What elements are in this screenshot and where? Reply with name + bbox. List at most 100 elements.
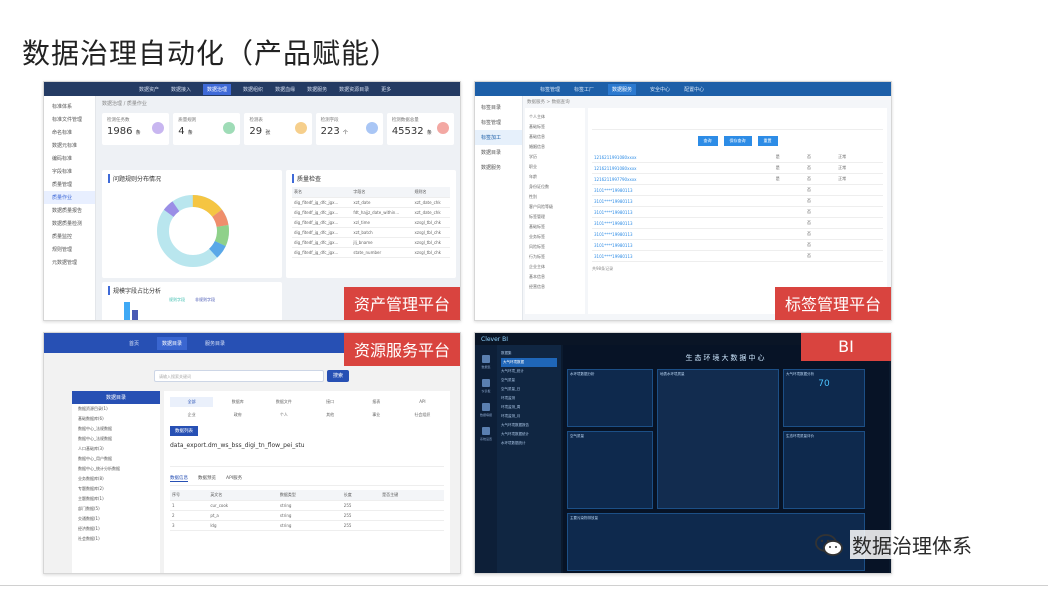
catalog-item[interactable]: 部门数据(5) [72, 504, 160, 514]
tag-sidebar-item[interactable]: 数据服务 [475, 160, 522, 175]
catalog-item[interactable]: 数据中心_用户数据 [72, 454, 160, 464]
table-row[interactable]: dig_fitedf_jg_dfc_jgx... fdt_hajjz_date_w… [292, 207, 450, 218]
asset-nav-item[interactable]: 数据资产 [139, 86, 159, 93]
tag-nav-item[interactable]: 配置中心 [684, 86, 704, 93]
table-row[interactable]: 2 pt_a string 255 [170, 510, 444, 521]
tag-sidebar-item[interactable]: 标签管理 [475, 115, 522, 130]
tag-nav-item[interactable]: 标签管理 [540, 86, 560, 93]
dataset-name[interactable]: data_export.dm_ws_bss_digi_tn_flow_pei_s… [170, 442, 444, 449]
tree-node[interactable]: 性别 [529, 192, 581, 202]
tree-node[interactable]: 业务标签 [529, 232, 581, 242]
filter-chip[interactable]: API [401, 397, 444, 407]
tree-node[interactable]: 个人主体 [529, 112, 581, 122]
id-link[interactable]: 1216211991080xxxx [592, 162, 774, 174]
filter-chip[interactable]: 数据文件 [262, 397, 305, 407]
id-link[interactable]: 3101****19980113 [592, 195, 774, 207]
asset-sidebar-item[interactable]: 元数据管理 [44, 256, 95, 269]
tree-node[interactable]: 基础标签 [529, 222, 581, 232]
filter-chip[interactable]: 其他 [309, 410, 352, 420]
tree-node[interactable]: 年龄 [529, 172, 581, 182]
table-row[interactable]: 3101****19980113 否 [592, 184, 883, 196]
dashboard-tile[interactable]: 空气质量 [567, 431, 653, 509]
asset-nav-item[interactable]: 数据血缘 [275, 86, 295, 93]
tab-api-service[interactable]: API服务 [226, 475, 242, 482]
table-row[interactable]: 3101****19980113 否 [592, 217, 883, 229]
tag-sidebar-item[interactable]: 标签目录 [475, 100, 522, 115]
table-row[interactable]: 1216211991080xxxx 是否正常 [592, 162, 883, 174]
asset-sidebar-item[interactable]: 字段标准 [44, 165, 95, 178]
dataset-item[interactable]: 大气环境数据报告 [501, 421, 557, 430]
dataset-item[interactable]: 数据集 [501, 349, 557, 358]
service-nav-item-active[interactable]: 数据目录 [157, 336, 188, 350]
asset-sidebar-item[interactable]: 标准体系 [44, 100, 95, 113]
tree-node[interactable]: 学历 [529, 152, 581, 162]
filter-chip[interactable]: 数据库 [216, 397, 259, 407]
table-row[interactable]: 1216211997790xxxx 是否正常 [592, 173, 883, 185]
filter-chip[interactable]: 接口 [309, 397, 352, 407]
tab-data-preview[interactable]: 数据预览 [198, 475, 216, 482]
table-row[interactable]: 3 ldg string 255 [170, 520, 444, 531]
reset-button[interactable]: 重置 [757, 136, 778, 146]
tree-node[interactable]: 基础信息 [529, 132, 581, 142]
table-row[interactable]: 3101****19980113 否 [592, 239, 883, 251]
map-tile[interactable]: 地表水环境质量 [657, 369, 779, 509]
dataset-item[interactable]: 环境监测_月 [501, 412, 557, 421]
asset-nav-item[interactable]: 数据接入 [171, 86, 191, 93]
dataset-icon[interactable] [482, 355, 490, 363]
table-row[interactable]: dig_fitedf_jg_dfc_jgx... xzl_time xzsgl_tb… [292, 217, 450, 228]
asset-sidebar-item[interactable]: 质量监控 [44, 230, 95, 243]
filter-chip[interactable]: 报表 [355, 397, 398, 407]
asset-nav-item-active[interactable]: 数据治理 [203, 83, 232, 95]
dashboard-tile[interactable]: 大气环境数据分析 70 [783, 369, 865, 427]
filter-chip[interactable]: 全部 [170, 397, 214, 407]
asset-nav-item[interactable]: 更多 [381, 86, 391, 93]
query-button[interactable]: 查询 [697, 136, 718, 146]
search-button[interactable]: 搜索 [327, 370, 349, 382]
catalog-item[interactable]: 数据资源目录(1) [72, 404, 160, 414]
catalog-item[interactable]: 数据中心_统计分析数据 [72, 464, 160, 474]
tree-node[interactable]: 客户风险等级 [529, 202, 581, 212]
asset-sidebar-item[interactable]: 编码标准 [44, 152, 95, 165]
filter-chip[interactable]: 个人 [262, 410, 305, 420]
service-nav-item[interactable]: 服务目录 [205, 340, 225, 347]
table-row[interactable]: 1216211991080xxxx 是否正常 [592, 152, 883, 163]
table-row[interactable]: 3101****19980113 否 [592, 228, 883, 240]
asset-sidebar-item[interactable]: 数据质量报告 [44, 204, 95, 217]
catalog-item[interactable]: 数据中心_法规数据 [72, 424, 160, 434]
id-link[interactable]: 1216211991080xxxx [592, 152, 774, 163]
id-link[interactable]: 3101****19980113 [592, 217, 774, 229]
tree-node[interactable]: 风险标签 [529, 242, 581, 252]
dashboard-icon[interactable] [482, 379, 490, 387]
asset-nav-item[interactable]: 数据组织 [243, 86, 263, 93]
table-row[interactable]: dig_fitedf_jg_dfc_jgx... jlj_bname xzsgl_t… [292, 237, 450, 248]
result-tag[interactable]: 数据列表 [170, 426, 198, 436]
table-row[interactable]: 3101****19980113 否 [592, 250, 883, 262]
tag-sidebar-item[interactable]: 数据目录 [475, 145, 522, 160]
dataset-item[interactable]: 空气质量 [501, 376, 557, 385]
tag-nav-item[interactable]: 标签工厂 [574, 86, 594, 93]
tag-nav-item[interactable]: 安全中心 [650, 86, 670, 93]
dataset-item[interactable]: 水环境数据统计 [501, 439, 557, 448]
filter-chip[interactable]: 企业 [170, 410, 213, 420]
table-row[interactable]: 1 cur_cook string 255 [170, 500, 444, 511]
filter-chip[interactable]: 事业 [355, 410, 398, 420]
search-input[interactable]: 请输入搜索关键词 [154, 370, 324, 382]
dataset-item[interactable]: 大气环境数据统计 [501, 430, 557, 439]
asset-sidebar-item[interactable]: 数据元标准 [44, 139, 95, 152]
asset-nav-item[interactable]: 数据服务 [307, 86, 327, 93]
dataset-item[interactable]: 空气质量_日 [501, 385, 557, 394]
form-icon[interactable] [482, 403, 490, 411]
asset-sidebar-item[interactable]: 命名标准 [44, 126, 95, 139]
settings-icon[interactable] [482, 427, 490, 435]
service-nav-item[interactable]: 首页 [129, 340, 139, 347]
tree-node[interactable]: 标签管理 [529, 212, 581, 222]
dashboard-tile[interactable]: 生态环境质量评价 [783, 431, 865, 509]
catalog-item[interactable]: 交通数据(1) [72, 514, 160, 524]
dataset-item-active[interactable]: 大气环境数据 [501, 358, 557, 367]
tree-node[interactable]: 经营信息 [529, 282, 581, 292]
catalog-item[interactable]: 专题数据库(2) [72, 484, 160, 494]
id-link[interactable]: 3101****19980113 [592, 228, 774, 240]
catalog-item[interactable]: 数据中心_法规数据 [72, 434, 160, 444]
catalog-item[interactable]: 主题数据库(1) [72, 494, 160, 504]
id-link[interactable]: 3101****19980113 [592, 184, 774, 196]
